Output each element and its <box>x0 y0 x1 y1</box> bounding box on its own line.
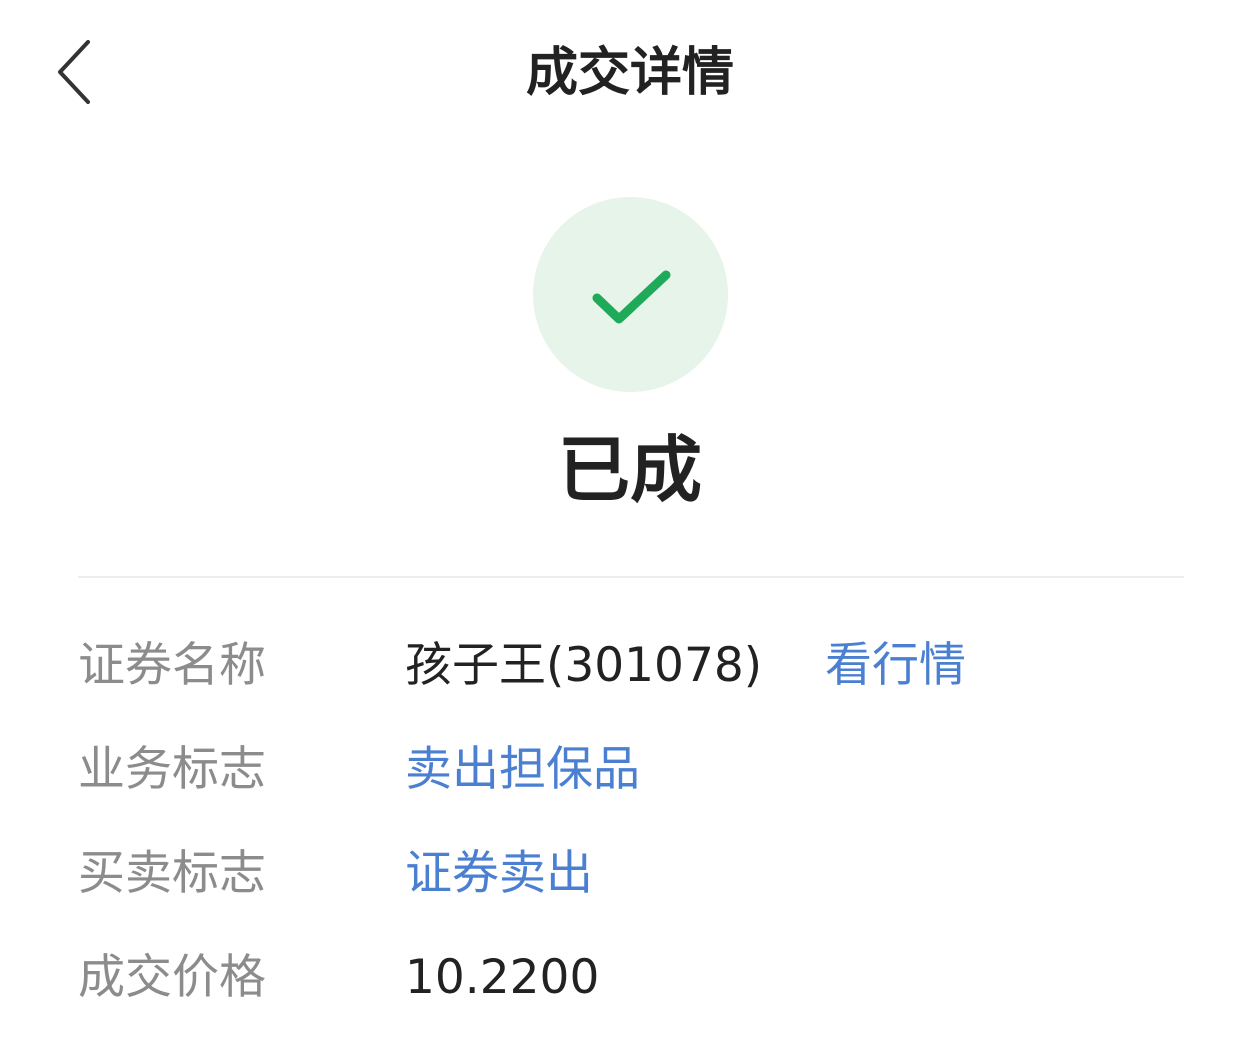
trade-flag-value: 证券卖出 <box>405 846 593 901</box>
price-value: 10.2200 <box>405 950 600 1005</box>
trade-status-text: 已成 <box>557 428 702 512</box>
trade-flag-label: 买卖标志 <box>78 846 266 901</box>
price-label: 成交价格 <box>78 950 266 1005</box>
security-name-value: 孩子王(301078) <box>405 638 763 693</box>
top-bar: 成交详情 <box>0 0 1260 150</box>
detail-row-security-name: 证券名称 孩子王(301078) 看行情 <box>78 626 1184 706</box>
divider <box>78 576 1184 578</box>
page-title: 成交详情 <box>525 43 734 103</box>
success-status-circle <box>533 197 728 392</box>
security-name-label: 证券名称 <box>78 638 266 693</box>
view-quote-link[interactable]: 看行情 <box>825 626 966 706</box>
business-flag-value: 卖出担保品 <box>405 742 640 797</box>
detail-row-trade-flag: 买卖标志 证券卖出 <box>78 834 1184 914</box>
business-flag-label: 业务标志 <box>78 742 266 797</box>
detail-row-business-flag: 业务标志 卖出担保品 <box>78 730 1184 810</box>
detail-row-price: 成交价格 10.2200 <box>78 938 1184 1018</box>
